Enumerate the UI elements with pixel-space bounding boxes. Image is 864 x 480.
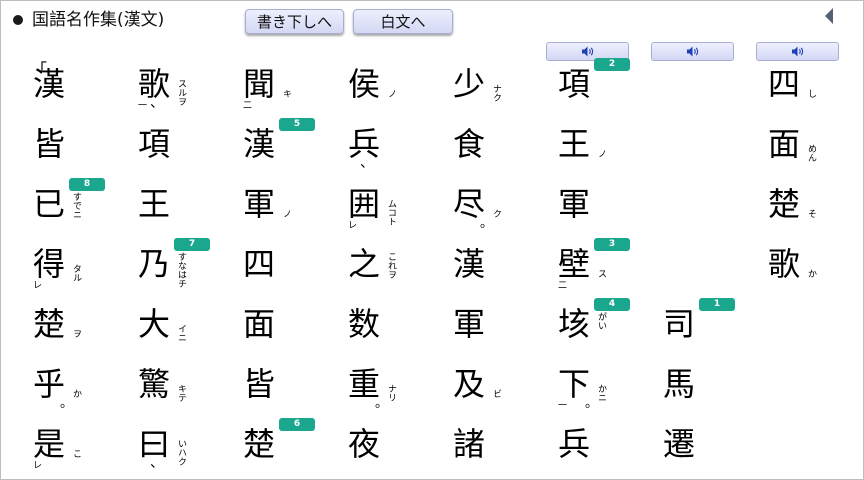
kanji-char: 已	[32, 185, 65, 223]
speaker-icon	[581, 46, 593, 57]
speaker-icon	[686, 46, 698, 57]
kaeriten: 一	[558, 401, 568, 411]
speaker-icon	[791, 46, 803, 57]
okurigana: ス	[596, 269, 606, 278]
kanji-char: 軍	[452, 305, 485, 343]
kanji-char: 馬	[662, 365, 695, 403]
kanji-char: 侯	[347, 65, 380, 103]
kuten-mark: 。	[375, 396, 389, 411]
step-number-badge[interactable]: 5	[279, 118, 315, 131]
triangle-left-icon[interactable]	[825, 8, 833, 24]
touten-mark: 、	[150, 455, 164, 471]
step-number-badge[interactable]: 2	[594, 58, 630, 71]
okurigana: キテ	[176, 384, 186, 402]
kaeriten: 一	[138, 101, 148, 111]
kanji-char: 少	[452, 65, 485, 103]
kanji-char: 歌	[767, 245, 800, 283]
kanji-char: 夜	[347, 425, 380, 463]
kanji-char: 得	[32, 245, 65, 283]
kanji-char: 軍	[557, 185, 590, 223]
kanji-char: 聞	[242, 65, 275, 103]
kanji-char: 楚	[242, 425, 275, 463]
kanji-char: 驚	[137, 365, 170, 403]
kanji-char: 王	[557, 125, 590, 163]
kaeriten: 二	[558, 281, 568, 291]
okurigana: めん	[806, 144, 816, 162]
okurigana: ノ	[596, 149, 606, 158]
okurigana: イニ	[176, 324, 186, 342]
kanji-char: 遷	[662, 425, 695, 463]
kuten-mark: 。	[585, 396, 599, 411]
step-number-badge[interactable]: 4	[594, 298, 630, 311]
kaeriten: レ	[348, 221, 358, 231]
okurigana: ノ	[281, 209, 291, 218]
kanji-char: 大	[137, 305, 170, 343]
kanji-char: 囲	[347, 185, 380, 223]
kanji-char: 面	[767, 125, 800, 163]
kanji-char: 兵	[557, 425, 590, 463]
ruby-reading: がい	[596, 312, 606, 330]
step-number-badge[interactable]: 6	[279, 418, 315, 431]
kaeriten: レ	[33, 281, 43, 291]
kanji-char: 軍	[242, 185, 275, 223]
ruby-reading: これヲ	[386, 252, 396, 279]
okurigana: キ	[281, 89, 291, 98]
kanji-char: 楚	[767, 185, 800, 223]
kanji-char: 及	[452, 365, 485, 403]
okurigana: ムコト	[386, 199, 396, 226]
kaeriten: 二	[243, 101, 253, 111]
touten-mark: 、	[360, 155, 374, 171]
okurigana: し	[806, 89, 816, 98]
ruby-reading: すなはチ	[176, 252, 186, 288]
kuten-mark: 。	[480, 216, 494, 231]
okurigana: ビ	[491, 389, 501, 398]
kanji-char: 食	[452, 125, 485, 163]
okurigana: いハク	[176, 439, 186, 466]
okurigana: スルヲ	[176, 79, 186, 106]
page-title: 国語名作集(漢文)	[32, 10, 165, 30]
kanji-char: 数	[347, 305, 380, 343]
kakikudashi-button[interactable]: 書き下しへ	[245, 9, 344, 34]
ruby-reading: すでニ	[71, 192, 81, 219]
kanji-char: 漢	[452, 245, 485, 283]
kaeriten: レ	[33, 461, 43, 471]
audio-button-3[interactable]	[756, 42, 839, 61]
kanji-char: 是	[32, 425, 65, 463]
okurigana: ノ	[386, 89, 396, 98]
kanji-char: 壁	[557, 245, 590, 283]
kanji-char: 四	[767, 65, 800, 103]
kanbun-viewer: 国語名作集(漢文) 書き下しへ 白文へ 漢「皆已すでニ 8 得タルレ楚ヲ乎か。是こレ…	[0, 0, 864, 480]
kanji-char: 垓	[557, 305, 590, 343]
kanji-char: 之	[347, 245, 380, 283]
step-number-badge[interactable]: 1	[699, 298, 735, 311]
touten-mark: 、	[150, 95, 164, 111]
okurigana: ナク	[491, 84, 501, 102]
step-number-badge[interactable]: 8	[69, 178, 105, 191]
step-number-badge[interactable]: 7	[174, 238, 210, 251]
kanji-char: 漢	[242, 125, 275, 163]
kuten-mark: 。	[60, 396, 74, 411]
kanji-char: 司	[662, 305, 695, 343]
okurigana: か	[806, 269, 816, 278]
okurigana: そ	[806, 209, 816, 218]
kagikakko-mark: 「	[31, 60, 48, 79]
kanji-char: 楚	[32, 305, 65, 343]
kanji-char: 皆	[32, 125, 65, 163]
bullet-icon	[13, 15, 23, 25]
okurigana: こ	[71, 449, 81, 458]
kanji-char: 乃	[137, 245, 170, 283]
kanji-char: 面	[242, 305, 275, 343]
kanji-char: 項	[557, 65, 590, 103]
audio-button-2[interactable]	[651, 42, 734, 61]
kanji-char: 王	[137, 185, 170, 223]
okurigana: タル	[71, 264, 81, 282]
step-number-badge[interactable]: 3	[594, 238, 630, 251]
kanji-char: 四	[242, 245, 275, 283]
okurigana: ヲ	[71, 329, 81, 338]
kanji-char: 諸	[452, 425, 485, 463]
kanji-char: 項	[137, 125, 170, 163]
hakubun-button[interactable]: 白文へ	[353, 9, 453, 34]
kanji-char: 皆	[242, 365, 275, 403]
